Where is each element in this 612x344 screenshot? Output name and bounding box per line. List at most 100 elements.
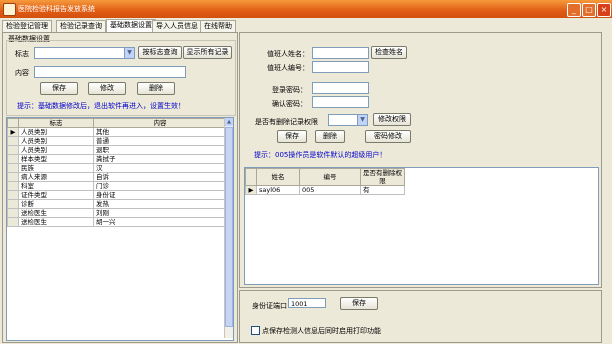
table-row[interactable]: 病人来源 自诉	[7, 172, 227, 182]
table-row[interactable]: ▶ 人员类别 其他	[7, 127, 227, 137]
table-row[interactable]: 民族汉	[7, 163, 227, 173]
maximize-icon[interactable]: □	[582, 3, 596, 17]
delete-button[interactable]: 删除	[137, 82, 175, 95]
operator-hint: 提示：005操作员是软件默认的超级用户！	[254, 151, 387, 159]
modify-permission-button[interactable]: 修改权限	[373, 113, 411, 126]
row-indicator	[7, 136, 19, 146]
row-indicator	[7, 145, 19, 155]
login-password-input[interactable]	[312, 82, 369, 94]
table-cell[interactable]: 送检医生	[18, 217, 94, 227]
table-cell[interactable]: 门诊	[93, 181, 227, 191]
table-cell[interactable]: 人员类别	[18, 136, 94, 146]
operator-save-button[interactable]: 保存	[277, 130, 307, 143]
tab-import[interactable]: 导入人员信息	[152, 20, 202, 32]
tag-label: 标志	[15, 50, 29, 58]
content-input[interactable]	[34, 66, 186, 78]
save-button[interactable]: 保存	[40, 82, 78, 95]
check-name-button[interactable]: 检查姓名	[371, 46, 407, 59]
column-header[interactable]: 内容	[93, 118, 227, 128]
print-enable-label: 点保存检测人信息后同时启用打印功能	[262, 327, 381, 335]
edit-button[interactable]: 修改	[88, 82, 126, 95]
row-indicator	[7, 154, 19, 164]
id-port-label: 身份证端口	[252, 302, 287, 310]
app-icon	[3, 3, 16, 16]
table-row[interactable]: 送检医生 胡一兴	[7, 217, 227, 227]
column-header[interactable]: 标志	[18, 118, 94, 128]
title-bar: 医院检验科报告发放系统 _ □ ×	[0, 0, 612, 18]
table-row[interactable]: 证件类型 身份证	[7, 190, 227, 200]
confirm-password-input[interactable]	[312, 96, 369, 108]
delete-permission-select[interactable]: ▼	[328, 114, 368, 126]
base-hint: 提示：基础数据修改后，退出软件再进入，设置生效！	[17, 102, 185, 110]
tag-select[interactable]: ▼	[34, 47, 135, 59]
table-cell[interactable]: 样本类型	[18, 154, 94, 164]
row-indicator	[7, 199, 19, 209]
tab-help[interactable]: 在线帮助	[200, 20, 236, 32]
table-row[interactable]: ▶ sayl06 005 有	[245, 185, 405, 195]
row-indicator	[7, 217, 19, 227]
table-row[interactable]: 送检医生 刘刚	[7, 208, 227, 218]
grid-scrollbar[interactable]: ▲	[224, 118, 233, 338]
row-indicator	[7, 190, 19, 200]
table-cell[interactable]: 科室	[18, 181, 94, 191]
operator-grid[interactable]: 姓名 编号 是否有删除权限 ▶ sayl06 005 有	[244, 167, 599, 285]
column-header[interactable]: 编号	[299, 168, 361, 186]
print-enable-checkbox[interactable]	[251, 326, 260, 335]
row-indicator	[7, 208, 19, 218]
base-data-grid[interactable]: 标志 内容 ▶ 人员类别 其他 人员类别 普通 人员类别 退职 样本类型 粪拭子 民族汉病人来源自…	[6, 117, 234, 341]
table-cell[interactable]: 送检医生	[18, 208, 94, 218]
table-row[interactable]: 人员类别 退职	[7, 145, 227, 155]
table-cell[interactable]: 民族	[18, 163, 94, 173]
operator-table: 姓名 编号 是否有删除权限 ▶ sayl06 005 有	[245, 168, 405, 195]
port-save-button[interactable]: 保存	[340, 297, 378, 310]
table-cell[interactable]: 自诉	[93, 172, 227, 182]
column-header[interactable]: 是否有删除权限	[360, 168, 405, 186]
table-cell[interactable]: 证件类型	[18, 190, 94, 200]
close-icon[interactable]: ×	[597, 3, 611, 17]
scroll-thumb[interactable]	[225, 127, 233, 327]
operator-id-label: 值班人编号：	[267, 64, 309, 72]
table-row[interactable]: 科室 门诊	[7, 181, 227, 191]
table-cell[interactable]: 退职	[93, 145, 227, 155]
operator-name-input[interactable]	[312, 47, 369, 59]
password-edit-button[interactable]: 密码修改	[365, 130, 411, 143]
chevron-down-icon[interactable]: ▼	[357, 115, 367, 125]
table-row[interactable]: 诊断 发热	[7, 199, 227, 209]
window-title: 医院检验科报告发放系统	[18, 5, 95, 13]
id-port-input[interactable]: 1001	[288, 298, 326, 308]
scroll-up-icon[interactable]: ▲	[225, 118, 233, 126]
show-all-button[interactable]: 显示所有记录	[183, 46, 232, 59]
table-cell[interactable]: 有	[360, 185, 405, 195]
table-cell[interactable]: 人员类别	[18, 145, 94, 155]
table-cell[interactable]: sayl06	[256, 185, 300, 195]
tab-query[interactable]: 检验记录查询	[56, 20, 106, 32]
row-indicator: ▶	[7, 127, 19, 137]
table-cell[interactable]: 病人来源	[18, 172, 94, 182]
tab-register[interactable]: 检验登记管理	[2, 20, 52, 32]
table-cell[interactable]: 其他	[93, 127, 227, 137]
table-cell[interactable]: 汉	[93, 163, 227, 173]
table-cell[interactable]: 胡一兴	[93, 217, 227, 227]
minimize-icon[interactable]: _	[567, 3, 581, 17]
operator-name-label: 值班人姓名：	[267, 50, 309, 58]
row-indicator	[7, 172, 19, 182]
column-header[interactable]: 姓名	[256, 168, 300, 186]
table-cell[interactable]: 发热	[93, 199, 227, 209]
table-cell[interactable]: 刘刚	[93, 208, 227, 218]
query-by-tag-button[interactable]: 按标志查询	[138, 46, 182, 59]
table-cell[interactable]: 005	[299, 185, 361, 195]
row-indicator	[7, 163, 19, 173]
operator-id-input[interactable]	[312, 61, 369, 73]
chevron-down-icon[interactable]: ▼	[124, 48, 134, 58]
row-indicator: ▶	[245, 185, 257, 195]
tab-base-settings[interactable]: 基础数据设置	[106, 19, 156, 32]
table-cell[interactable]: 粪拭子	[93, 154, 227, 164]
table-cell[interactable]: 人员类别	[18, 127, 94, 137]
delete-permission-label: 是否有删除记录权限	[255, 118, 318, 126]
operator-delete-button[interactable]: 删除	[315, 130, 345, 143]
table-cell[interactable]: 身份证	[93, 190, 227, 200]
table-row[interactable]: 人员类别 普通	[7, 136, 227, 146]
table-cell[interactable]: 诊断	[18, 199, 94, 209]
table-cell[interactable]: 普通	[93, 136, 227, 146]
table-row[interactable]: 样本类型 粪拭子	[7, 154, 227, 164]
